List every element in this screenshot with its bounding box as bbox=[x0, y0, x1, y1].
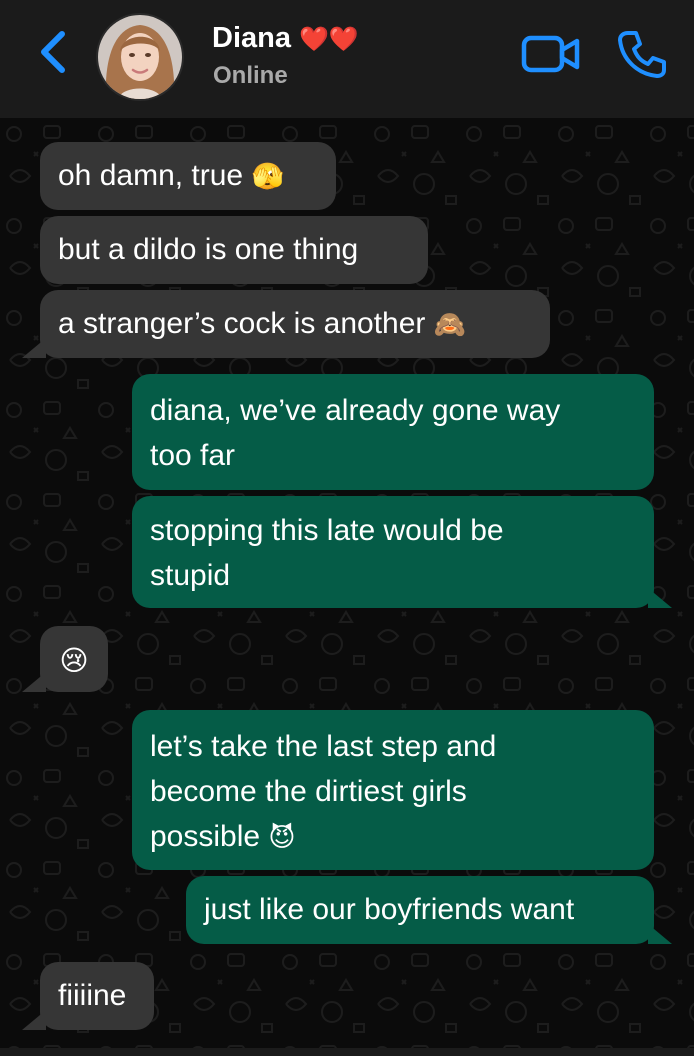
message-bubble-outgoing[interactable]: let’s take the last step and become the … bbox=[132, 710, 654, 870]
message-text: just like our boyfriends want bbox=[204, 893, 575, 926]
smiling-devil-emoji: 😈 bbox=[268, 823, 296, 853]
chat-header: Diana ❤️❤️ Online bbox=[0, 0, 694, 118]
bubble-tail bbox=[22, 1010, 46, 1030]
hearts-emoji: ❤️❤️ bbox=[299, 25, 359, 53]
message-text-line: too far bbox=[150, 439, 236, 472]
avatar[interactable] bbox=[96, 13, 184, 101]
message-text-line: diana, we’ve already gone way bbox=[150, 394, 561, 427]
message-text-line: stupid bbox=[150, 559, 231, 592]
message-text-line: possible bbox=[150, 820, 261, 853]
message-text-line: stopping this late would be bbox=[150, 514, 504, 547]
message-text: fiiiine bbox=[58, 979, 127, 1012]
message-bubble-outgoing[interactable]: stopping this late would be stupid bbox=[132, 496, 654, 608]
bubble-tail bbox=[22, 672, 46, 692]
message-bubble-incoming[interactable]: 😢 bbox=[40, 626, 108, 692]
bubble-tail bbox=[648, 924, 672, 944]
contact-name-text: Diana bbox=[212, 22, 291, 54]
message-bubble-incoming[interactable]: but a dildo is one thing bbox=[40, 216, 428, 284]
bubble-tail bbox=[22, 338, 46, 358]
contact-name[interactable]: Diana ❤️❤️ bbox=[212, 22, 359, 55]
video-call-icon[interactable] bbox=[520, 30, 582, 78]
message-text: but a dildo is one thing bbox=[58, 233, 359, 266]
phone-call-icon[interactable] bbox=[616, 28, 668, 80]
online-status: Online bbox=[213, 62, 288, 89]
face-peeking-emoji: 🫣 bbox=[251, 162, 284, 192]
message-bubble-outgoing[interactable]: diana, we’ve already gone way too far bbox=[132, 374, 654, 490]
message-bubble-incoming[interactable]: oh damn, true 🫣 bbox=[40, 142, 336, 210]
message-text: oh damn, true bbox=[58, 159, 244, 192]
message-bubble-outgoing[interactable]: just like our boyfriends want bbox=[186, 876, 654, 944]
chat-area[interactable]: oh damn, true 🫣 but a dildo is one thing… bbox=[0, 118, 694, 1048]
bubble-tail bbox=[648, 588, 672, 608]
crying-face-emoji: 😢 bbox=[59, 644, 89, 677]
back-icon[interactable] bbox=[34, 28, 74, 76]
message-text: a stranger’s cock is another bbox=[58, 307, 426, 340]
message-text-line: let’s take the last step and bbox=[150, 730, 497, 763]
message-bubble-incoming[interactable]: fiiiine bbox=[40, 962, 154, 1030]
message-bubble-incoming[interactable]: a stranger’s cock is another 🙈 bbox=[40, 290, 550, 358]
message-text-line: become the dirtiest girls bbox=[150, 775, 467, 808]
bottom-bar bbox=[0, 1048, 694, 1056]
see-no-evil-monkey-emoji: 🙈 bbox=[433, 310, 467, 340]
